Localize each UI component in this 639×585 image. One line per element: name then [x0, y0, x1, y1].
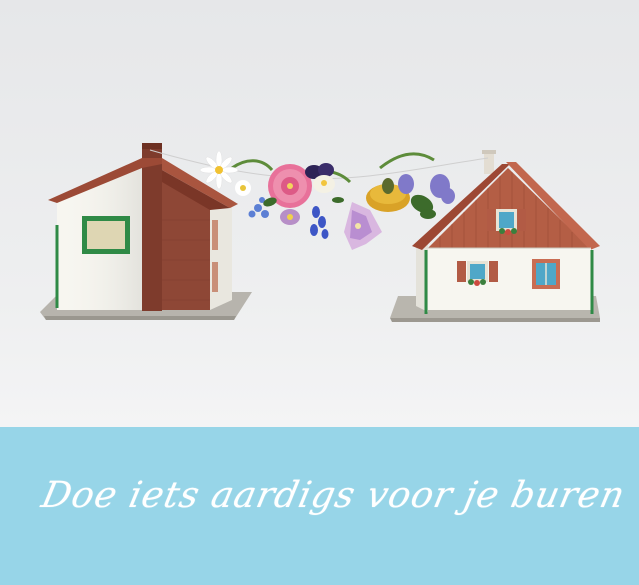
house-left-chimney	[142, 143, 162, 311]
caption-text: Doe iets aardigs voor je buren	[38, 475, 630, 516]
house-right-lower-window-right	[532, 259, 560, 289]
house-right-chimney	[484, 152, 494, 174]
photo	[0, 0, 639, 427]
daisy-small	[235, 180, 251, 196]
house-right-front-wall	[428, 248, 591, 310]
pale-pansy	[280, 209, 300, 225]
caption-banner: Doe iets aardigs voor je buren	[0, 427, 639, 585]
